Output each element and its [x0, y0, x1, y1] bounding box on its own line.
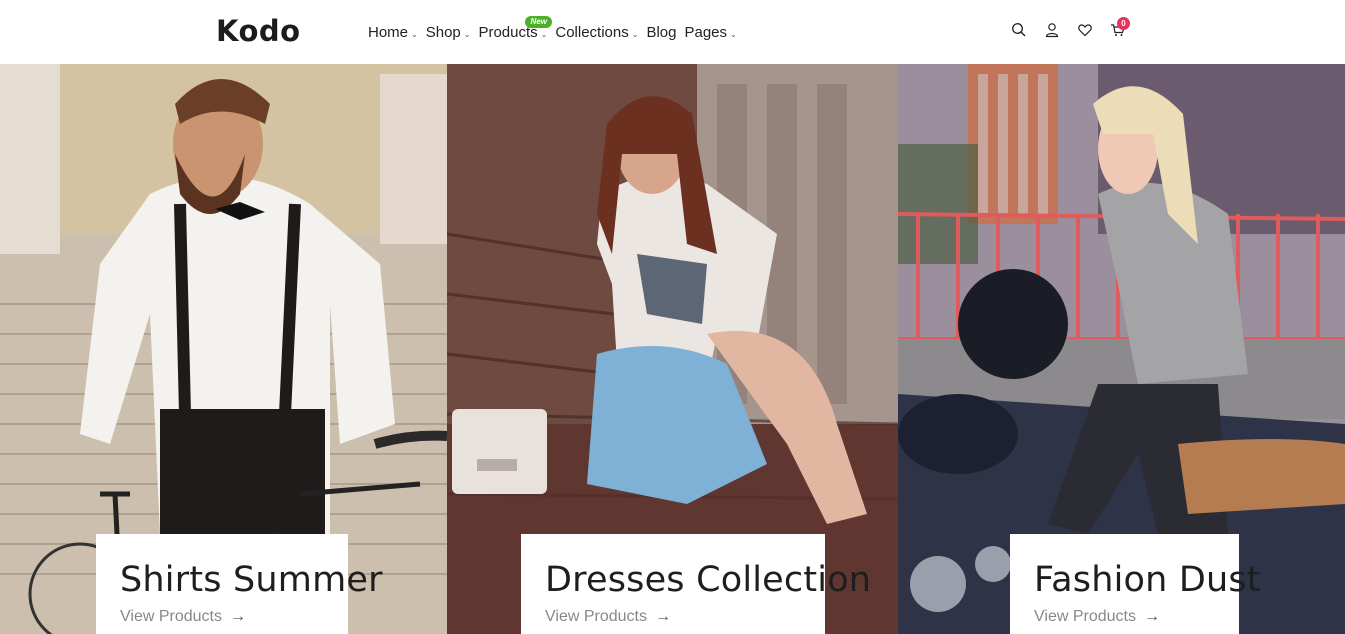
chevron-down-icon: ⌄ — [540, 30, 548, 39]
collection-card: Fashion Dust View Products → — [1010, 534, 1261, 634]
nav-item-label: Pages — [684, 24, 728, 41]
view-products-link[interactable]: View Products → — [545, 608, 801, 626]
cart-icon[interactable]: 0 — [1110, 17, 1130, 38]
chevron-down-icon: ⌄ — [730, 30, 737, 39]
chevron-down-icon: ⌄ — [411, 30, 418, 39]
site-logo[interactable]: Kodo — [216, 14, 301, 48]
chevron-down-icon: ⌄ — [463, 30, 471, 39]
link-label: View Products — [120, 608, 222, 625]
nav-item-label: Collections — [555, 24, 629, 41]
nav-item-label: Shop — [425, 24, 461, 41]
collection-title: Fashion Dust — [1034, 560, 1261, 600]
arrow-right-icon: → — [1143, 608, 1160, 625]
new-badge: New — [525, 16, 552, 28]
nav-item-shop[interactable]: Shop ⌄ — [426, 24, 471, 41]
arrow-right-icon: → — [229, 608, 246, 625]
collection-title: Dresses Collection — [545, 560, 872, 600]
collection-panel-fashion[interactable]: Fashion Dust View Products → — [898, 64, 1345, 634]
nav-item-pages[interactable]: Pages ⌄ — [684, 24, 736, 41]
collection-title: Shirts Summer — [120, 560, 383, 600]
collection-panel-dresses[interactable]: Dresses Collection View Products → — [447, 64, 898, 634]
link-label: View Products — [545, 608, 647, 625]
heart-icon[interactable] — [1077, 22, 1093, 38]
nav-item-blog[interactable]: Blog — [646, 24, 676, 41]
nav-item-products[interactable]: Products ⌄ New — [478, 16, 552, 41]
search-icon[interactable] — [1011, 22, 1027, 38]
site-header: Kodo Home ⌄ Shop ⌄ Products ⌄ New Collec… — [0, 0, 1345, 64]
nav-item-collections[interactable]: Collections ⌄ — [555, 24, 638, 41]
nav-item-home[interactable]: Home ⌄ — [368, 24, 418, 41]
header-icons: 0 — [1011, 17, 1130, 38]
nav-item-label: Home — [368, 24, 409, 41]
user-icon[interactable] — [1044, 22, 1060, 38]
chevron-down-icon: ⌄ — [631, 30, 639, 39]
collection-card: Shirts Summer View Products → — [96, 534, 383, 634]
cart-count-badge: 0 — [1117, 17, 1130, 30]
view-products-link[interactable]: View Products → — [120, 608, 324, 626]
nav-item-label: Blog — [646, 24, 677, 41]
collection-card: Dresses Collection View Products → — [521, 534, 872, 634]
view-products-link[interactable]: View Products → — [1034, 608, 1215, 626]
link-label: View Products — [1034, 608, 1136, 625]
main-nav: Home ⌄ Shop ⌄ Products ⌄ New Collections… — [368, 16, 745, 41]
arrow-right-icon: → — [654, 608, 671, 625]
collection-panel-shirts[interactable]: Shirts Summer View Products → — [0, 64, 447, 634]
